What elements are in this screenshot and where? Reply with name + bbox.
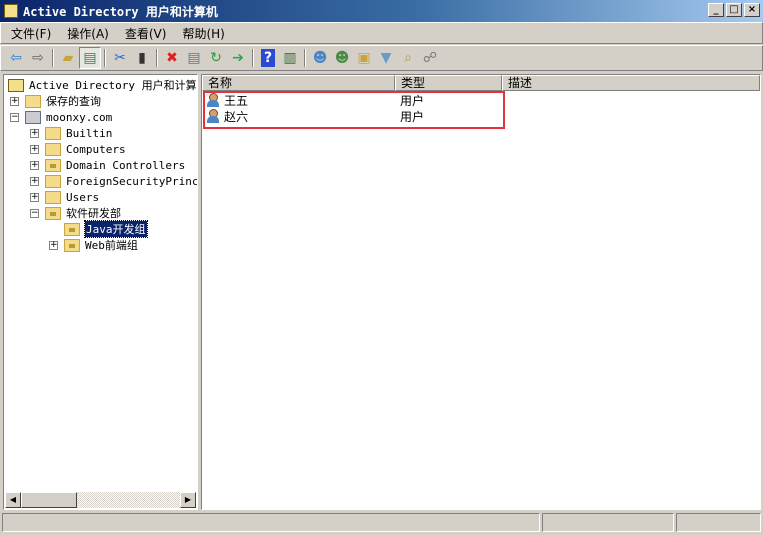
- toolbar-separator: [156, 49, 158, 67]
- tree-node-web-group[interactable]: + Web前端组: [49, 237, 138, 253]
- tree-node-label: 软件研发部: [66, 207, 121, 220]
- column-header-description[interactable]: 描述: [502, 75, 760, 91]
- domain-icon: [25, 110, 41, 124]
- delete-icon[interactable]: ✖: [161, 47, 183, 69]
- tree-node-foreign-security-principals[interactable]: + ForeignSecurityPrincipals: [30, 173, 198, 189]
- folder-icon: [45, 174, 61, 188]
- expand-icon[interactable]: +: [30, 144, 39, 154]
- expand-icon[interactable]: +: [49, 240, 58, 250]
- column-header-type[interactable]: 类型: [395, 75, 502, 91]
- tree-node-java-group[interactable]: Java开发组: [64, 220, 148, 238]
- tree-node-label: Computers: [66, 142, 126, 156]
- status-pane: [542, 513, 674, 532]
- back-icon[interactable]: ⇦: [5, 47, 27, 69]
- export-list-icon[interactable]: ➔: [227, 47, 249, 69]
- menu-action[interactable]: 操作(A): [67, 25, 109, 42]
- toolbar: ⇦ ⇨ ▰ ▤ ✂ ▮ ✖ ▤ ↻ ➔ ? ▥ ☻ ☻ ▣ ▼ ⌕ ☍: [0, 45, 763, 71]
- tree-node-label-selected: Java开发组: [84, 220, 148, 238]
- tree-node-label: Users: [66, 190, 100, 204]
- folder-icon: [45, 126, 61, 140]
- details-pane: 名称 类型 描述 王五 用户 赵六 用户: [201, 74, 761, 510]
- scroll-thumb[interactable]: [21, 492, 77, 508]
- status-pane: [2, 513, 540, 532]
- find-icon[interactable]: ⌕: [397, 47, 419, 69]
- folder-icon: [45, 190, 61, 204]
- new-user-icon[interactable]: ☻: [309, 47, 331, 69]
- expand-icon[interactable]: +: [30, 176, 39, 186]
- tree-node-label: ForeignSecurityPrincipals: [66, 174, 198, 188]
- toolbar-separator: [252, 49, 254, 67]
- menu-bar: 文件(F) 操作(A) 查看(V) 帮助(H): [0, 22, 763, 44]
- up-folder-icon[interactable]: ▰: [57, 47, 79, 69]
- tree-node-label: 保存的查询: [46, 95, 101, 108]
- title-bar: Active Directory 用户和计算机 _ □ ×: [0, 0, 763, 22]
- annotation-highlight-box: [203, 91, 505, 129]
- expand-icon[interactable]: +: [10, 96, 19, 106]
- ad-icon: [8, 78, 24, 92]
- clipboard-icon[interactable]: ▮: [131, 47, 153, 69]
- tree-node-domain-controllers[interactable]: + Domain Controllers: [30, 157, 185, 173]
- tree-root[interactable]: Active Directory 用户和计算机: [8, 77, 198, 93]
- new-ou-icon[interactable]: ▣: [353, 47, 375, 69]
- new-group-icon[interactable]: ☻: [331, 47, 353, 69]
- console-tree-icon[interactable]: ▥: [279, 47, 301, 69]
- filter-icon[interactable]: ▼: [375, 47, 397, 69]
- horizontal-scrollbar[interactable]: ◀ ▶: [5, 492, 196, 508]
- ou-icon: [45, 158, 61, 172]
- ou-icon: [64, 222, 80, 236]
- expand-icon[interactable]: +: [30, 160, 39, 170]
- tree-node-label: Web前端组: [85, 239, 138, 252]
- cut-icon[interactable]: ✂: [109, 47, 131, 69]
- menu-help[interactable]: 帮助(H): [182, 25, 224, 42]
- menu-file[interactable]: 文件(F): [11, 25, 51, 42]
- help-icon[interactable]: ?: [261, 49, 275, 67]
- tree-node-label: Domain Controllers: [66, 158, 186, 172]
- tree-node-builtin[interactable]: + Builtin: [30, 125, 112, 141]
- folder-icon: [25, 94, 41, 108]
- column-header-name[interactable]: 名称: [202, 75, 395, 91]
- tree-root-label: Active Directory 用户和计算机: [29, 79, 198, 92]
- scroll-right-icon[interactable]: ▶: [180, 492, 196, 508]
- toolbar-separator: [104, 49, 106, 67]
- tree-node-label: moonxy.com: [46, 110, 113, 124]
- ou-icon: [45, 206, 61, 220]
- add-to-group-icon[interactable]: ☍: [419, 47, 441, 69]
- menu-view[interactable]: 查看(V): [125, 25, 167, 42]
- collapse-icon[interactable]: −: [30, 208, 39, 218]
- folder-icon: [45, 142, 61, 156]
- status-bar: [0, 512, 763, 534]
- console-tree: Active Directory 用户和计算机 + 保存的查询 − moonxy…: [3, 74, 198, 510]
- forward-icon[interactable]: ⇨: [27, 47, 49, 69]
- status-pane: [676, 513, 761, 532]
- ou-icon: [64, 238, 80, 252]
- window-title: Active Directory 用户和计算机: [23, 4, 218, 19]
- tree-node-computers[interactable]: + Computers: [30, 141, 126, 157]
- properties-icon[interactable]: ▤: [183, 47, 205, 69]
- scroll-left-icon[interactable]: ◀: [5, 492, 21, 508]
- minimize-button[interactable]: _: [708, 3, 724, 17]
- tree-node-saved-queries[interactable]: + 保存的查询: [10, 93, 101, 109]
- collapse-icon[interactable]: −: [10, 112, 19, 122]
- expand-icon[interactable]: +: [30, 128, 39, 138]
- close-button[interactable]: ×: [744, 3, 760, 17]
- tree-node-label: Builtin: [66, 126, 113, 140]
- toolbar-separator: [304, 49, 306, 67]
- app-icon: [4, 4, 18, 18]
- list-header: 名称 类型 描述: [202, 75, 760, 91]
- show-hide-tree-icon[interactable]: ▤: [79, 47, 101, 69]
- toolbar-separator: [52, 49, 54, 67]
- tree-node-domain[interactable]: − moonxy.com: [10, 109, 112, 125]
- maximize-button[interactable]: □: [726, 3, 742, 17]
- refresh-icon[interactable]: ↻: [205, 47, 227, 69]
- tree-node-users[interactable]: + Users: [30, 189, 99, 205]
- expand-icon[interactable]: +: [30, 192, 39, 202]
- tree-node-software-rd[interactable]: − 软件研发部: [30, 205, 121, 221]
